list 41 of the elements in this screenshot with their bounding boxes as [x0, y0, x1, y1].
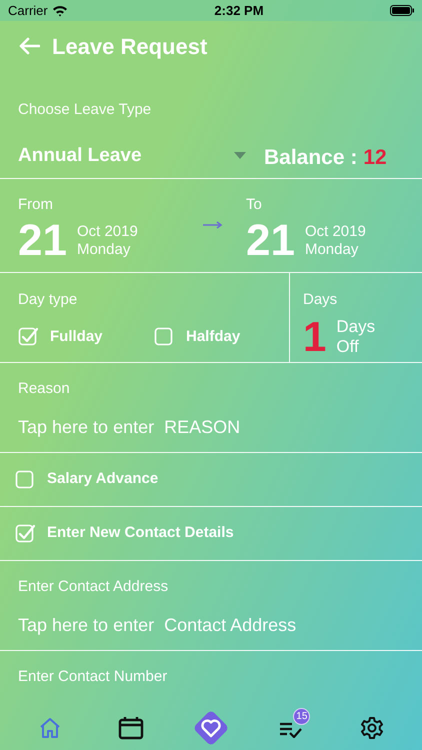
field-label: Days [303, 290, 338, 310]
date-label: To [246, 195, 263, 215]
checkbox[interactable] [154, 326, 174, 347]
page-title: Leave Request [52, 32, 208, 61]
arrow-right-icon [203, 221, 223, 229]
option-label: Salary Advance [47, 469, 158, 490]
balance-label: Balance : [264, 144, 358, 170]
date-weekday: Monday [76, 240, 132, 258]
checkbox[interactable] [18, 326, 38, 347]
date-weekday: Monday [304, 240, 360, 258]
days-count: 1 [303, 316, 326, 358]
date-day: 21 [246, 218, 295, 262]
checkbox[interactable] [15, 470, 35, 490]
status-time: 2:32 PM [213, 2, 265, 20]
leave-type-dropdown[interactable]: Annual Leave [18, 142, 246, 170]
dropdown-caret-icon [234, 152, 246, 160]
text-input-field[interactable]: Tap here to enter Contact Address [18, 612, 404, 638]
calendar-icon[interactable] [118, 716, 144, 740]
home-icon[interactable] [38, 716, 62, 740]
date-month-year: Oct 2019 [76, 222, 138, 240]
settings-icon[interactable] [360, 716, 384, 740]
option-label: Fullday [50, 326, 103, 346]
back-arrow-icon[interactable] [18, 37, 40, 55]
option-label: Enter New Contact Details [47, 523, 234, 544]
battery-icon [390, 5, 414, 16]
date-day: 21 [18, 218, 67, 262]
notification-badge: 15 [293, 708, 310, 725]
field-label: Enter Contact Address [18, 577, 170, 597]
wifi-icon [52, 4, 68, 16]
field-label: Choose Leave Type [18, 100, 152, 120]
field-label: Day type [18, 290, 78, 310]
option-label: Halfday [186, 326, 240, 346]
date-month-year: Oct 2019 [304, 222, 366, 240]
field-label: Reason [18, 379, 71, 399]
text-input-field[interactable]: Tap here to enter REASON [18, 414, 404, 440]
date-label: From [18, 195, 54, 215]
days-unit: Days Off [336, 316, 376, 356]
field-label: Enter Contact Number [18, 667, 168, 687]
carrier-name: Carrier [8, 2, 48, 20]
checkbox[interactable] [15, 524, 35, 544]
balance-value: 12 [363, 144, 387, 170]
